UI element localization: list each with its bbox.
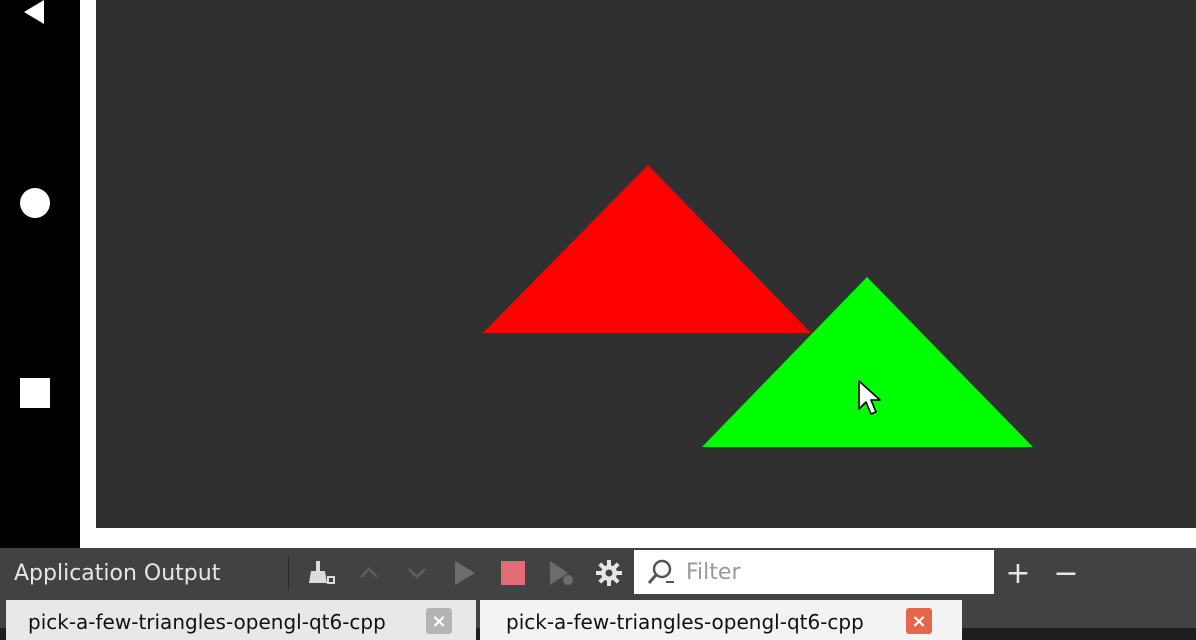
chevron-down-icon — [408, 568, 426, 579]
close-icon[interactable]: × — [426, 608, 452, 634]
back-button[interactable] — [0, 0, 70, 30]
gear-icon — [596, 560, 622, 586]
rerun-button[interactable] — [441, 548, 489, 598]
stop-icon — [501, 561, 525, 585]
minus-icon: − — [1053, 555, 1079, 591]
play-icon — [455, 561, 475, 585]
pane-title: Application Output — [14, 560, 221, 586]
opengl-canvas[interactable] — [96, 0, 1196, 528]
circle-home-icon — [20, 188, 50, 218]
home-button[interactable] — [0, 185, 70, 221]
tab-label: pick-a-few-triangles-opengl-qt6-cpp — [28, 610, 386, 634]
tab-label: pick-a-few-triangles-opengl-qt6-cpp — [506, 610, 864, 634]
navigation-bar — [0, 0, 80, 548]
output-tab-strip: pick-a-few-triangles-opengl-qt6-cpp × pi… — [0, 598, 1196, 640]
filter-field[interactable] — [634, 550, 994, 594]
filter-input[interactable] — [684, 558, 988, 586]
stop-button[interactable] — [489, 548, 537, 598]
previous-item-button[interactable] — [345, 548, 393, 598]
output-tab[interactable]: pick-a-few-triangles-opengl-qt6-cpp × — [6, 600, 476, 640]
search-icon — [647, 559, 674, 584]
close-icon[interactable]: × — [906, 608, 932, 634]
plus-icon: + — [1005, 555, 1031, 591]
square-recent-icon — [20, 378, 50, 408]
zoom-in-button[interactable]: + — [996, 548, 1040, 598]
next-item-button[interactable] — [393, 548, 441, 598]
toolbar-separator — [288, 556, 289, 590]
debug-run-icon — [550, 561, 573, 585]
chevron-up-icon — [360, 567, 378, 578]
triangle-back-icon — [24, 0, 44, 24]
zoom-out-button[interactable]: − — [1044, 548, 1088, 598]
output-tab-active[interactable]: pick-a-few-triangles-opengl-qt6-cpp × — [480, 600, 962, 640]
clear-output-button[interactable] — [297, 548, 345, 598]
recent-apps-button[interactable] — [0, 375, 70, 411]
red-triangle[interactable] — [483, 165, 811, 333]
scene-svg — [483, 165, 1033, 447]
broom-icon — [309, 561, 335, 584]
settings-button[interactable] — [585, 548, 633, 598]
attach-debugger-button[interactable] — [537, 548, 585, 598]
